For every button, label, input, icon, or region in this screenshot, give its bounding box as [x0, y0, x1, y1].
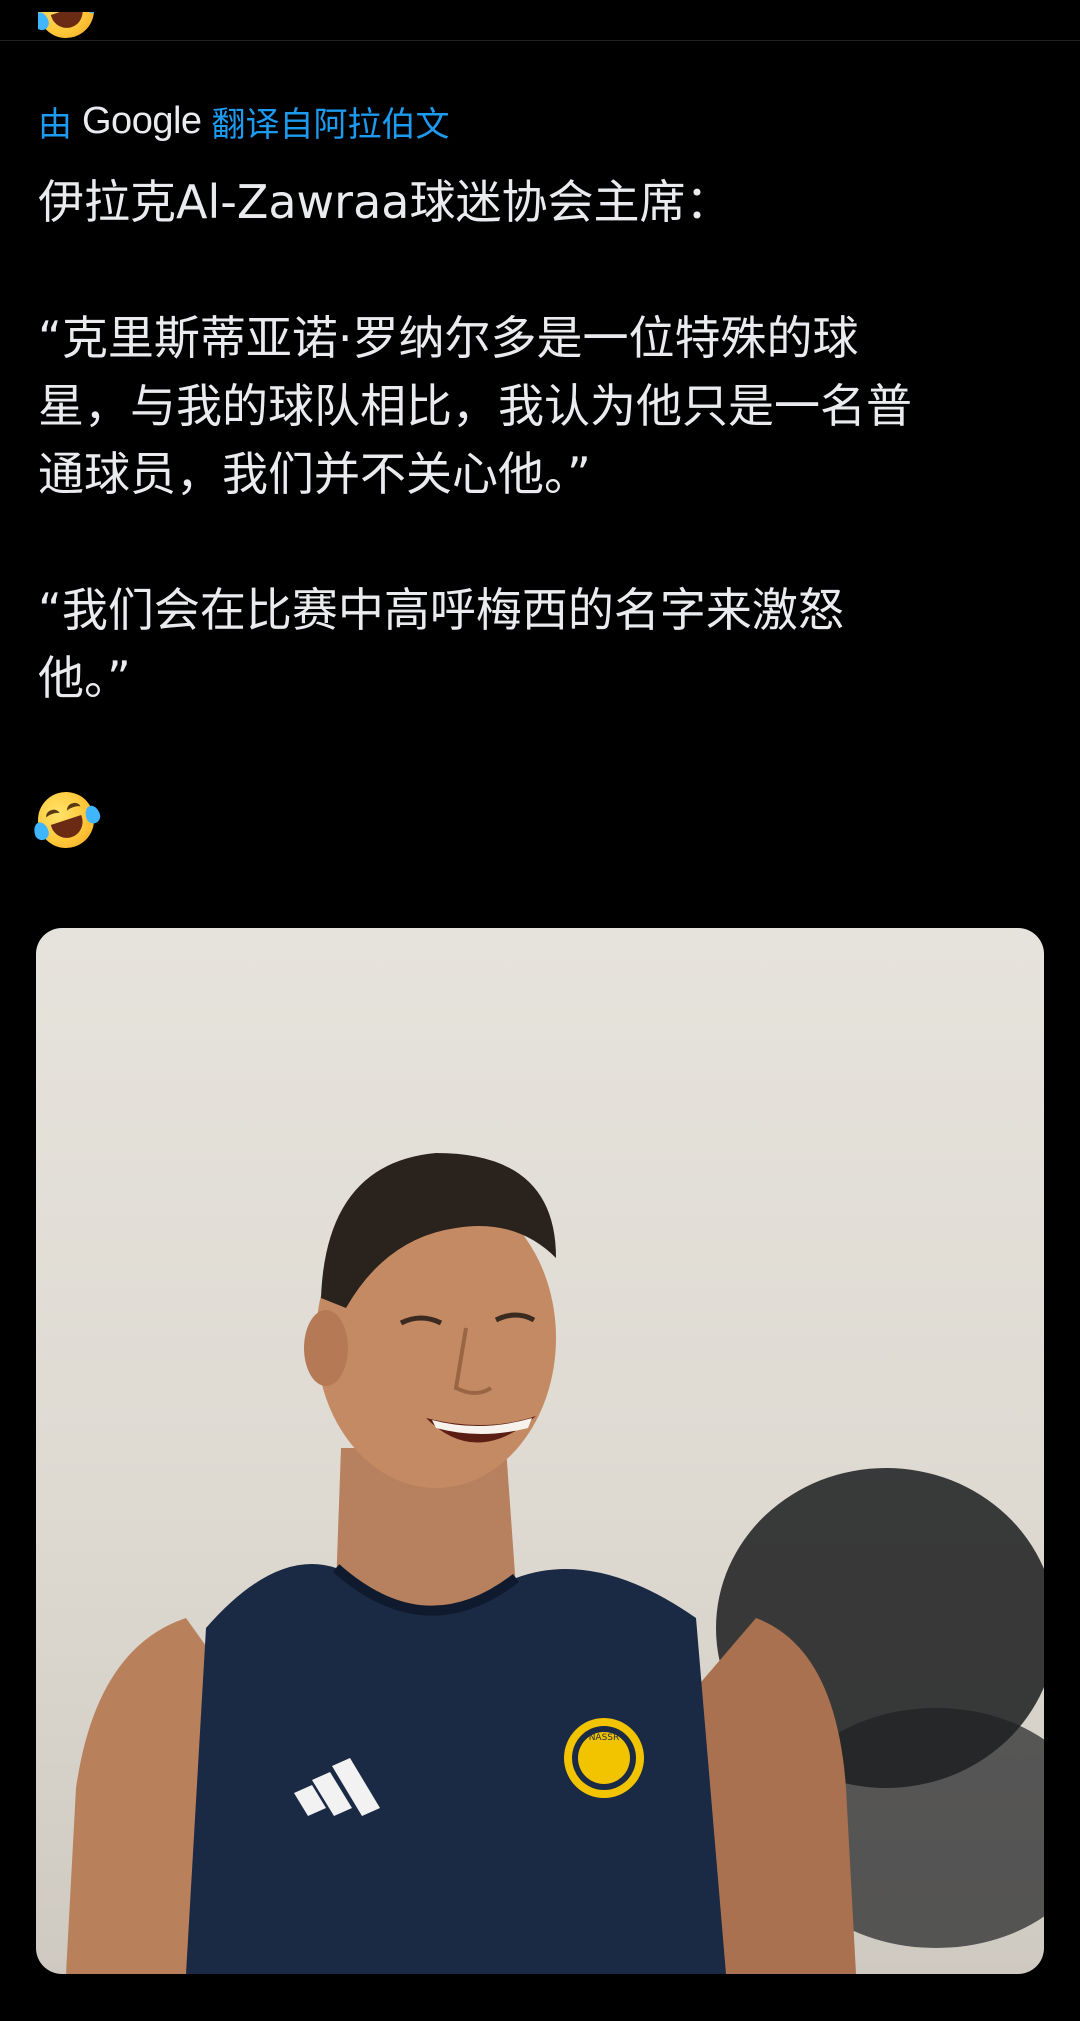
top-divider [0, 40, 1080, 41]
translation-source-label: 翻译自阿拉伯文 [211, 104, 450, 145]
tweet-line: 伊拉克Al-Zawraa球迷协会主席： [38, 175, 732, 229]
tweet-photo[interactable]: NASSR [36, 928, 1044, 1974]
tweet-text: 伊拉克Al-Zawraa球迷协会主席： “克里斯蒂亚诺·罗纳尔多是一位特殊的球 … [38, 168, 1048, 712]
player-photo-illustration: NASSR [66, 1153, 1044, 1974]
tweet-line: “克里斯蒂亚诺·罗纳尔多是一位特殊的球 [38, 311, 859, 365]
translation-prefix: 由 [38, 104, 72, 145]
tweet-line: “我们会在比赛中高呼梅西的名字来激怒 [38, 583, 844, 637]
tweet-line: 星，与我的球队相比，我认为他只是一名普 [38, 379, 912, 433]
tweet-line: 通球员，我们并不关心他。” [38, 447, 591, 501]
club-badge-text: NASSR [589, 1733, 620, 1743]
google-wordmark: Google [82, 99, 202, 142]
tweet-line: 他。” [38, 651, 131, 705]
previous-emoji-icon [38, 12, 94, 68]
laughing-emoji-icon [30, 784, 103, 856]
translation-attribution[interactable]: 由 Google 翻译自阿拉伯文 [38, 98, 450, 145]
